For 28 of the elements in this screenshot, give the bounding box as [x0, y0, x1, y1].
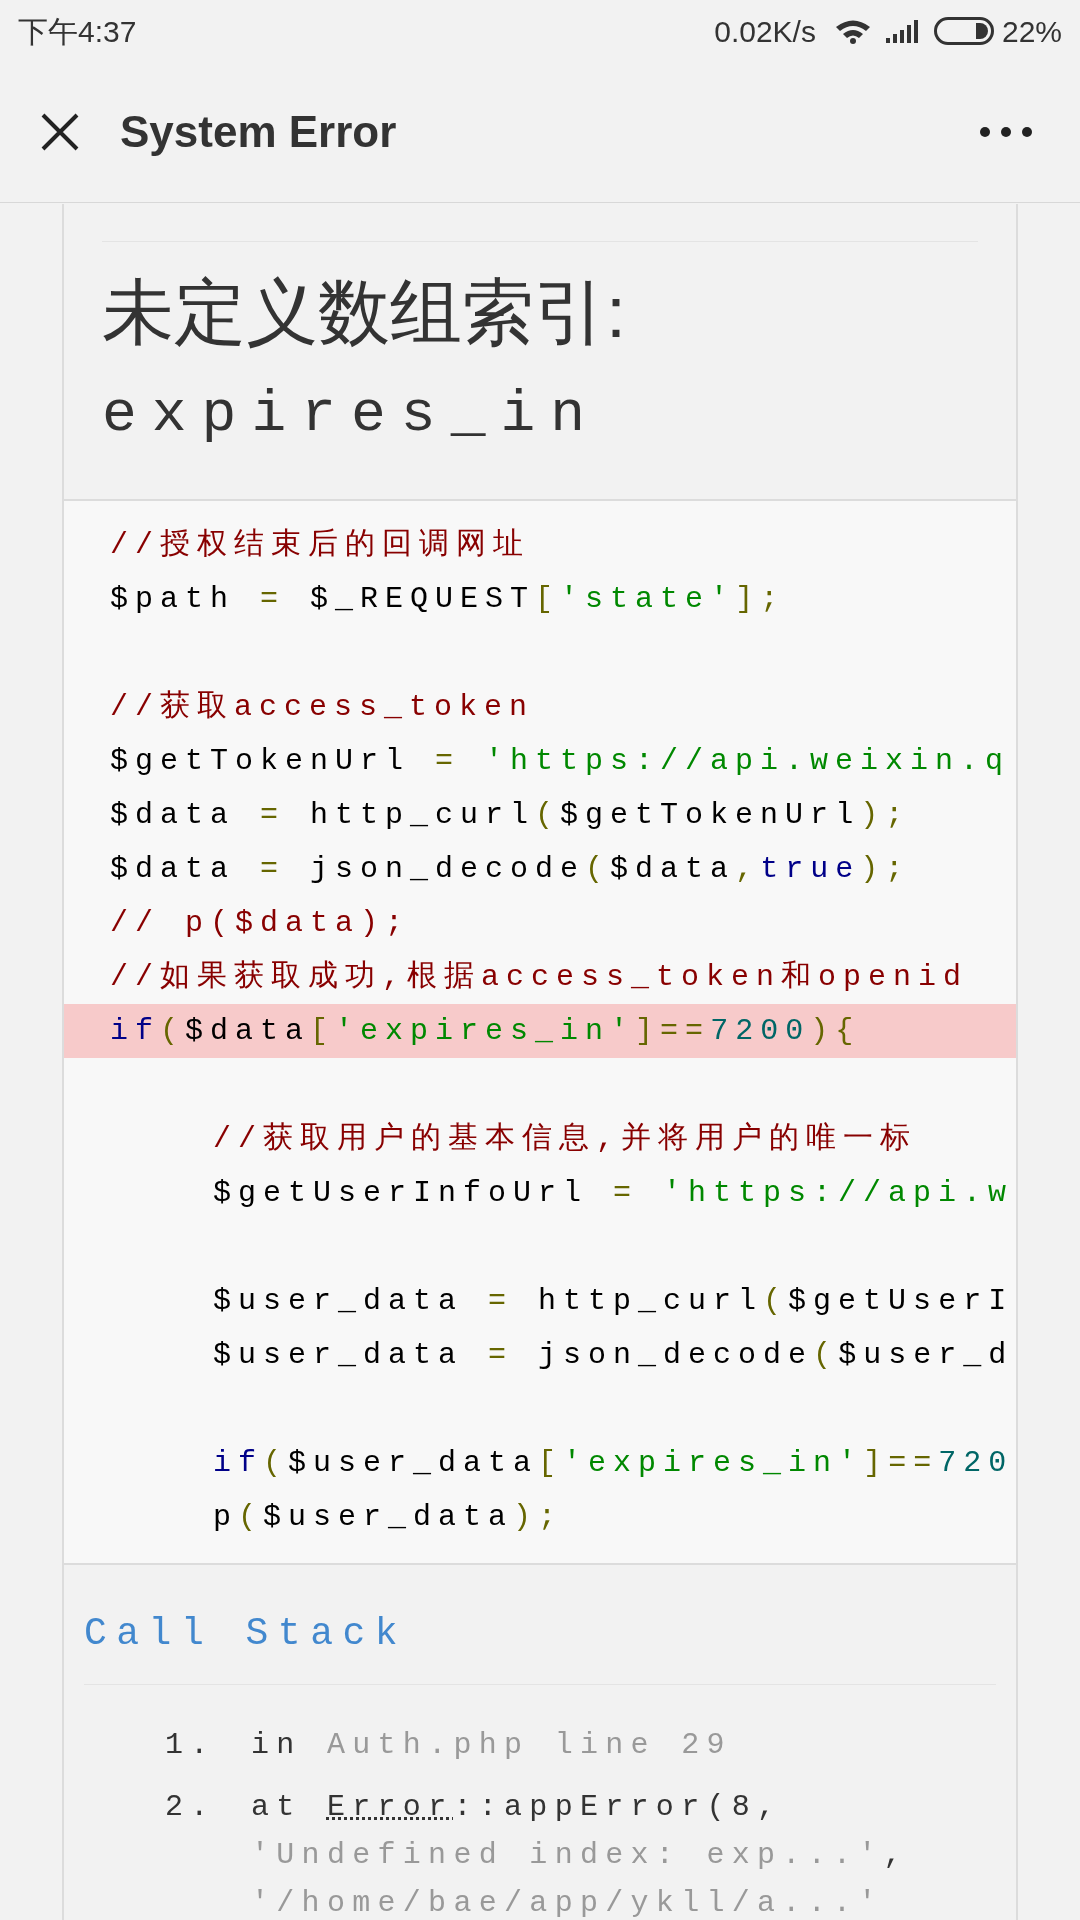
close-icon — [40, 112, 80, 152]
code-line: $data = http_curl($getTokenUrl); — [109, 797, 912, 834]
error-index: expires_in — [102, 381, 602, 449]
section-title: Call Stack — [84, 1605, 996, 1685]
page-title: System Error — [120, 106, 397, 158]
stack-frame-text: at Error::appError(8, 'Undefined index: exp...', '/home/bae/app/ykll/a...' — [251, 1789, 910, 1920]
code-line: p($user_data); — [212, 1499, 565, 1536]
network-speed: 0.02K/s — [714, 13, 816, 50]
code-line: //获取access_token — [109, 689, 536, 726]
status-time: 下午4:37 — [18, 13, 137, 50]
code-line: $getUserInfoUrl = 'https://api.w — [212, 1175, 1015, 1212]
code-line: // p($data); — [109, 905, 412, 942]
code-line: if($user_data['expires_in']==720 — [212, 1445, 1015, 1482]
code-line: //如果获取成功,根据access_token和openid — [109, 959, 970, 996]
battery-percentage: 22% — [1001, 13, 1062, 50]
stack-frame-text: in Auth.php line 29 — [251, 1727, 733, 1764]
more-icon — [980, 127, 1032, 137]
code-line: $getTokenUrl = 'https://api.weixin.q — [109, 743, 1012, 780]
code-line: $path = $_REQUEST['state']; — [109, 581, 787, 618]
code-line: $user_data = json_decode($user_d — [212, 1337, 1015, 1374]
battery-icon — [933, 17, 994, 45]
list-number: 2. — [165, 1789, 217, 1826]
code-line: //获取用户的基本信息,并将用户的唯一标 — [212, 1121, 918, 1158]
code-line: $data = json_decode($data,true); — [109, 851, 912, 888]
list-number: 1. — [165, 1727, 217, 1764]
code-line: //授权结束后的回调网址 — [109, 527, 531, 564]
code-line: $user_data = http_curl($getUserI — [212, 1283, 1015, 1320]
error-message: 未定义数组索引: — [102, 271, 627, 354]
